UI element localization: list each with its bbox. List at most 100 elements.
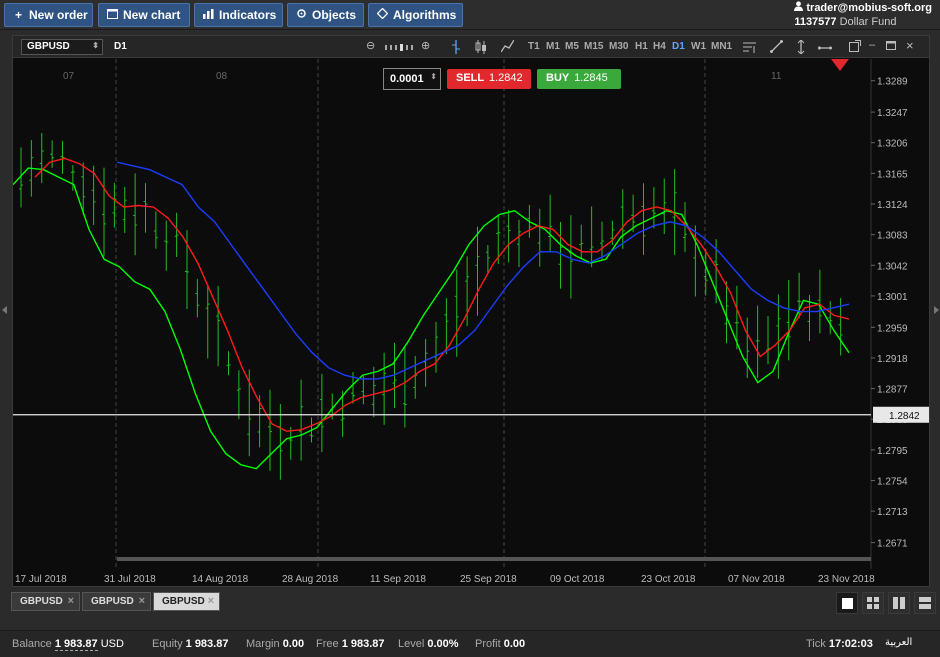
margin-status: Margin 0.00 xyxy=(246,638,304,650)
timeframe-m15[interactable]: M15 xyxy=(584,41,603,52)
layout-grid-button[interactable] xyxy=(862,592,884,614)
layout-single-button[interactable] xyxy=(836,592,858,614)
trading-terminal: + New order New chart Indicators Objects xyxy=(0,0,940,657)
tick-label: Tick xyxy=(806,638,826,650)
close-tab-icon[interactable]: × xyxy=(68,593,74,610)
close-tab-icon[interactable]: × xyxy=(139,593,145,610)
chart-tab[interactable]: GBPUSD × xyxy=(82,592,151,611)
zoom-in-icon[interactable]: ⊕ xyxy=(421,39,430,52)
account-user: trader@mobius-soft.org xyxy=(806,2,932,14)
equity-value: 1 983.87 xyxy=(185,638,229,650)
margin-label: Margin xyxy=(246,638,280,650)
timeframe-t1[interactable]: T1 xyxy=(528,41,540,52)
balance-label: Balance xyxy=(12,638,52,650)
columns-layout-icon xyxy=(893,597,905,609)
timeframe-m30[interactable]: M30 xyxy=(609,41,628,52)
free-status: Free 1 983.87 xyxy=(316,638,385,650)
chart-tab-active[interactable]: GBPUSD × xyxy=(153,592,220,611)
chart-tabs-bar: GBPUSD × GBPUSD × GBPUSD × xyxy=(0,589,940,615)
objects-button[interactable]: Objects xyxy=(287,3,364,27)
y-tick-label: 1.3124 xyxy=(877,200,908,211)
y-tick-label: 1.2918 xyxy=(877,354,908,365)
line-chart-type-icon[interactable] xyxy=(500,39,515,56)
single-layout-icon xyxy=(842,598,853,609)
timeframe-mn1[interactable]: MN1 xyxy=(711,41,732,52)
language-selector[interactable]: العربية xyxy=(885,637,912,648)
user-icon xyxy=(794,1,806,14)
timeframe-d1[interactable]: D1 xyxy=(672,41,685,52)
x-tick-label: 23 Oct 2018 xyxy=(641,574,696,585)
y-tick-label: 1.3001 xyxy=(877,292,908,303)
moving-average-line xyxy=(12,167,850,470)
balance-value: 1 983.87 xyxy=(54,638,98,651)
level-value: 0.00% xyxy=(427,638,459,650)
zoom-out-icon[interactable]: ⊖ xyxy=(366,39,375,52)
timeframe-m5[interactable]: M5 xyxy=(565,41,579,52)
x-tick-label: 14 Aug 2018 xyxy=(192,574,249,585)
y-tick-label: 1.3206 xyxy=(877,139,908,150)
minimize-icon[interactable]: ‒ xyxy=(869,39,875,51)
close-icon[interactable]: × xyxy=(906,38,914,53)
chart-settings-icon[interactable] xyxy=(743,40,756,56)
close-tab-icon[interactable]: × xyxy=(208,593,214,610)
layout-rows-button[interactable] xyxy=(914,592,936,614)
price-chart[interactable]: 1.3289 1.3247 1.3206 1.3165 1.3124 1.3083 1.30… xyxy=(12,59,929,569)
sell-button[interactable]: SELL 1.2842 xyxy=(447,69,531,89)
chart-tab-label: GBPUSD xyxy=(91,596,134,607)
collapse-left-icon[interactable] xyxy=(2,306,7,314)
vertical-line-icon[interactable] xyxy=(797,39,805,57)
level-status: Level 0.00% xyxy=(398,638,459,650)
timeframe-w1[interactable]: W1 xyxy=(691,41,706,52)
candles-chart-type-icon[interactable] xyxy=(475,40,487,57)
profit-value: 0.00 xyxy=(503,638,526,650)
buy-button[interactable]: BUY 1.2845 xyxy=(537,69,621,89)
stepper-arrows-icon[interactable]: ⬍ xyxy=(430,72,437,81)
marker-triangle-icon xyxy=(831,59,849,71)
x-tick-label: 17 Jul 2018 xyxy=(15,574,67,585)
bar-chart-type-icon[interactable] xyxy=(451,40,461,57)
symbol-selector[interactable]: GBPUSD ⬍ xyxy=(21,39,103,55)
period-label: 11 xyxy=(771,71,782,82)
sell-price: 1.2842 xyxy=(488,72,523,84)
lot-size-value: 0.0001 xyxy=(390,73,424,85)
buy-label: BUY xyxy=(546,72,570,84)
horizontal-scrollbar xyxy=(117,557,871,561)
chart-tab-label: GBPUSD xyxy=(162,596,205,607)
balance-status: Balance 1 983.87 USD xyxy=(12,638,124,651)
equity-label: Equity xyxy=(152,638,183,650)
level-label: Level xyxy=(398,638,425,650)
account-info[interactable]: trader@mobius-soft.org 1137577 Dollar Fu… xyxy=(794,1,932,29)
detach-window-icon[interactable] xyxy=(849,40,861,55)
zoom-slider[interactable] xyxy=(385,42,415,54)
new-order-button[interactable]: + New order xyxy=(4,3,93,27)
objects-icon xyxy=(296,8,307,22)
period-label: 07 xyxy=(63,71,75,82)
x-tick-label: 31 Jul 2018 xyxy=(104,574,156,585)
y-tick-label: 1.2877 xyxy=(877,385,908,396)
horizontal-line-icon[interactable] xyxy=(818,43,832,55)
x-tick-label: 25 Sep 2018 xyxy=(460,574,517,585)
indicators-button[interactable]: Indicators xyxy=(194,3,283,27)
y-tick-label: 1.2795 xyxy=(877,446,908,457)
y-tick-label: 1.3042 xyxy=(877,261,908,272)
trendline-icon[interactable] xyxy=(770,40,783,56)
diamond-icon xyxy=(376,7,389,22)
timeframe-m1[interactable]: M1 xyxy=(546,41,560,52)
plus-icon: + xyxy=(14,8,22,22)
timeframe-h4[interactable]: H4 xyxy=(653,41,666,52)
timeframe-label: D1 xyxy=(114,41,127,52)
chart-window: GBPUSD ⬍ D1 ⊖ ⊕ T1 M1 M5 M15 M30 H1 H4 D… xyxy=(12,35,930,587)
lot-size-input[interactable]: 0.0001 ⬍ xyxy=(383,68,441,90)
chart-window-icon xyxy=(107,8,118,22)
account-id: 1137577 xyxy=(794,16,837,28)
y-tick-label: 1.2713 xyxy=(877,507,908,518)
algorithms-button[interactable]: Algorithms xyxy=(368,3,463,27)
collapse-right-icon[interactable] xyxy=(934,306,939,314)
equity-status: Equity 1 983.87 xyxy=(152,638,228,650)
x-tick-label: 09 Oct 2018 xyxy=(550,574,605,585)
new-chart-button[interactable]: New chart xyxy=(98,3,190,27)
maximize-icon[interactable] xyxy=(886,41,896,53)
chart-tab[interactable]: GBPUSD × xyxy=(11,592,80,611)
layout-columns-button[interactable] xyxy=(888,592,910,614)
timeframe-h1[interactable]: H1 xyxy=(635,41,648,52)
